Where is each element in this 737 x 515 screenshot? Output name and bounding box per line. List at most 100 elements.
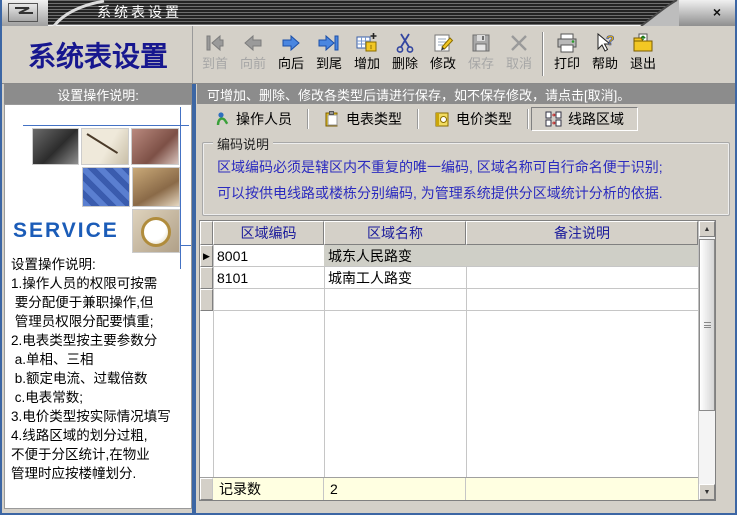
cell-name[interactable]: 城东人民路变 (324, 245, 466, 267)
sidebar-main-divider (192, 84, 196, 513)
save-label: 保存 (468, 56, 494, 71)
service-text: SERVICE (13, 219, 119, 243)
titlebar-right-cap (677, 0, 735, 26)
collage-photo-tools (131, 128, 179, 165)
next-icon (279, 30, 303, 56)
delete-label: 删除 (392, 56, 418, 71)
record-count-value: 2 (324, 478, 466, 500)
meter-type-icon (324, 111, 340, 127)
close-icon[interactable]: × (708, 4, 726, 22)
scroll-down-icon[interactable]: ▼ (699, 484, 715, 500)
groupbox-legend: 编码说明 (213, 134, 273, 153)
main-header-bar: 可增加、删除、修改各类型后请进行保存，如不保存修改，请点击[取消]。 (197, 84, 737, 104)
toolbar-separator (542, 32, 544, 76)
first-label: 到首 (202, 56, 228, 71)
tab-bar: 操作人员 电表类型 电价类型 线路区域 (201, 106, 638, 132)
tab-line-region[interactable]: 线路区域 (531, 107, 638, 131)
help-icon: ? (593, 30, 617, 56)
encoding-notice-groupbox: 编码说明 区域编码必须是辖区内不重复的唯一编码, 区域名称可自行命名便于识别; … (202, 142, 730, 216)
page-title: 系统表设置 (4, 26, 193, 83)
column-header-note[interactable]: 备注说明 (466, 221, 698, 245)
region-table: 区域编码 区域名称 备注说明 ▶ 8001 城东人民路变 8101 城南工人路变 (199, 220, 716, 501)
app-window: 系统表设置 × 系统表设置 到首 向前 (0, 0, 737, 515)
prev-label: 向前 (240, 56, 266, 71)
table-row[interactable]: 8101 城南工人路变 (200, 267, 698, 289)
exit-label: 退出 (630, 56, 656, 71)
next-button[interactable]: 向后 (272, 30, 310, 78)
tab-label: 操作人员 (236, 109, 292, 129)
cancel-label: 取消 (506, 56, 532, 71)
table-row-empty (200, 289, 698, 311)
instruction-line: c.电表常数; (11, 388, 192, 407)
modify-label: 修改 (430, 56, 456, 71)
notice-line: 可以按供电线路或楼栋分别编码, 为管理系统提供分区域统计分析的依据. (217, 183, 663, 203)
tab-separator (417, 109, 419, 129)
exit-icon (631, 30, 655, 56)
cancel-button[interactable]: 取消 (500, 30, 538, 78)
delete-button[interactable]: 删除 (386, 30, 424, 78)
selector-column-header (200, 221, 213, 245)
last-button[interactable]: 到尾 (310, 30, 348, 78)
help-button[interactable]: ? 帮助 (586, 30, 624, 78)
scroll-up-icon[interactable]: ▲ (699, 221, 715, 237)
instruction-line: 管理时应按楼幢划分. (11, 464, 192, 483)
cell-note[interactable] (466, 267, 698, 289)
cell-code[interactable]: 8101 (213, 267, 324, 289)
toolbar-band: 系统表设置 到首 向前 向后 (2, 26, 735, 84)
print-button[interactable]: 打印 (548, 30, 586, 78)
column-header-code[interactable]: 区域编码 (213, 221, 324, 245)
sidebar-header-bar: 设置操作说明: (4, 84, 192, 104)
tab-operators[interactable]: 操作人员 (201, 107, 305, 131)
scrollbar-grip (704, 322, 711, 328)
tab-label: 电价类型 (456, 109, 512, 129)
column-header-name[interactable]: 区域名称 (324, 221, 466, 245)
modify-button[interactable]: 修改 (424, 30, 462, 78)
modify-icon (431, 30, 455, 56)
titlebar-swoosh-right (639, 0, 679, 26)
instruction-line: 不便于分区统计,在物业 (11, 445, 192, 464)
exit-button[interactable]: 退出 (624, 30, 662, 78)
cell-name[interactable]: 城南工人路变 (324, 267, 466, 289)
save-icon (469, 30, 493, 56)
add-icon (355, 30, 379, 56)
next-label: 向后 (278, 56, 304, 71)
table-row[interactable]: ▶ 8001 城东人民路变 (200, 245, 698, 267)
window-title: 系统表设置 (97, 0, 182, 26)
record-count-row: 记录数 2 (200, 478, 698, 500)
sidebar-panel: SERVICE 设置操作说明: 1.操作人员的权限可按需 要分配便于兼职操作,但… (4, 104, 192, 509)
sidebar-deco-line (23, 125, 189, 126)
print-icon (555, 30, 579, 56)
last-label: 到尾 (316, 56, 342, 71)
svg-text:?: ? (606, 32, 615, 48)
cancel-icon (507, 30, 531, 56)
instruction-line: 管理员权限分配要慎重; (11, 312, 192, 331)
instruction-line: 1.操作人员的权限可按需 (11, 274, 192, 293)
help-label: 帮助 (592, 56, 618, 71)
save-button[interactable]: 保存 (462, 30, 500, 78)
cell-code[interactable]: 8001 (213, 245, 324, 267)
instruction-line: b.额定电流、过载倍数 (11, 369, 192, 388)
prev-icon (241, 30, 265, 56)
vertical-scrollbar[interactable]: ▲ ▼ (698, 221, 715, 500)
tab-separator (527, 109, 529, 129)
tab-price-type[interactable]: 电价类型 (421, 107, 525, 131)
instruction-line: 4.线路区域的划分过粗, (11, 426, 192, 445)
instruction-line: a.单相、三相 (11, 350, 192, 369)
operation-instructions: 设置操作说明: 1.操作人员的权限可按需 要分配便于兼职操作,但 管理员权限分配… (11, 255, 192, 483)
cell-note[interactable] (466, 245, 698, 267)
print-label: 打印 (554, 56, 580, 71)
pocketwatch-face (141, 217, 171, 247)
row-marker: ▶ (200, 245, 213, 267)
tab-meter-type[interactable]: 电表类型 (311, 107, 415, 131)
add-button[interactable]: 增加 (348, 30, 386, 78)
collage-photo-microscope (32, 128, 79, 165)
scrollbar-thumb[interactable] (699, 239, 715, 411)
operator-icon (214, 111, 230, 127)
notice-line: 区域编码必须是辖区内不重复的唯一编码, 区域名称可自行命名便于识别; (217, 157, 663, 177)
first-button[interactable]: 到首 (196, 30, 234, 78)
row-marker (200, 289, 213, 311)
last-icon (317, 30, 341, 56)
prev-button[interactable]: 向前 (234, 30, 272, 78)
record-count-label: 记录数 (213, 478, 324, 500)
line-region-icon (545, 111, 562, 127)
